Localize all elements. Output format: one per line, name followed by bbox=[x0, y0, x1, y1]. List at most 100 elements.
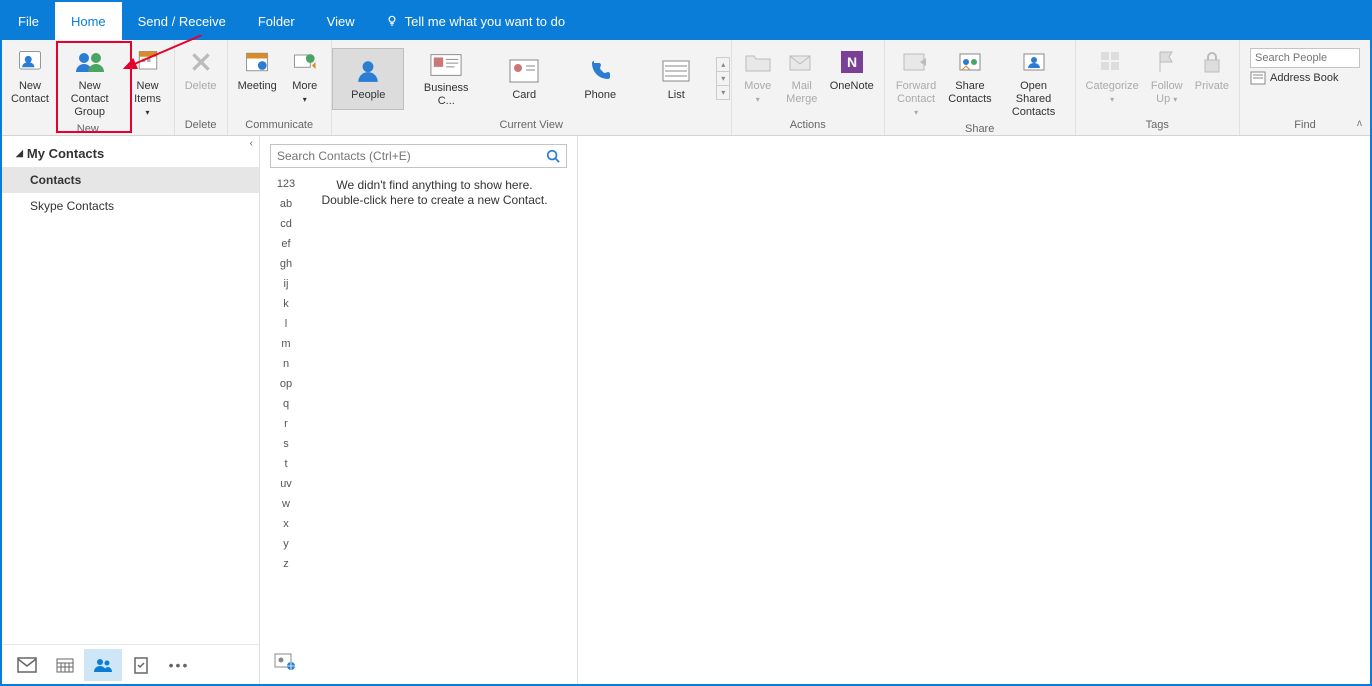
tasks-icon bbox=[133, 656, 149, 674]
new-contact-button[interactable]: New Contact bbox=[6, 44, 54, 108]
contacts-footer bbox=[270, 648, 567, 676]
meeting-label: Meeting bbox=[238, 80, 277, 93]
view-business-label: Business C... bbox=[414, 82, 478, 108]
new-contact-group-button[interactable]: New Contact Group bbox=[54, 44, 126, 121]
alpha-l[interactable]: l bbox=[285, 318, 287, 330]
search-icon[interactable] bbox=[546, 149, 560, 163]
nav-people-button[interactable] bbox=[84, 649, 122, 681]
address-book-button[interactable]: Address Book bbox=[1250, 71, 1360, 85]
alpha-n[interactable]: n bbox=[283, 358, 289, 370]
view-phone-button[interactable]: Phone bbox=[564, 48, 636, 110]
ribbon-collapse-button[interactable]: ʌ bbox=[1357, 118, 1362, 129]
tell-me-label: Tell me what you want to do bbox=[405, 14, 565, 29]
chevron-up-icon[interactable]: ▴ bbox=[717, 58, 729, 72]
alpha-y[interactable]: y bbox=[283, 538, 289, 550]
nav-tasks-button[interactable] bbox=[122, 649, 160, 681]
lightbulb-icon bbox=[385, 14, 399, 28]
nav-item-contacts[interactable]: Contacts bbox=[2, 167, 259, 193]
chevron-down-icon[interactable]: ▾ bbox=[717, 72, 729, 86]
ribbon-group-share: Forward Contact ▾ Share Contacts Open Sh… bbox=[885, 40, 1076, 135]
follow-up-label: Follow Up ▾ bbox=[1151, 80, 1183, 106]
alpha-ab[interactable]: ab bbox=[280, 198, 292, 210]
alpha-k[interactable]: k bbox=[283, 298, 289, 310]
view-list-button[interactable]: List bbox=[640, 48, 712, 110]
share-contacts-button[interactable]: Share Contacts bbox=[943, 44, 996, 108]
search-contacts-box[interactable] bbox=[270, 144, 567, 168]
forward-contact-button[interactable]: Forward Contact ▾ bbox=[889, 44, 944, 121]
delete-x-icon bbox=[185, 46, 217, 78]
alpha-r[interactable]: r bbox=[284, 418, 288, 430]
alpha-m[interactable]: m bbox=[281, 338, 290, 350]
private-button[interactable]: Private bbox=[1189, 44, 1235, 95]
view-gallery-scroll[interactable]: ▴ ▾ ▾ bbox=[716, 57, 730, 100]
alpha-s[interactable]: s bbox=[283, 438, 289, 450]
tab-view[interactable]: View bbox=[311, 2, 371, 40]
more-label: More▾ bbox=[292, 80, 317, 106]
tab-file[interactable]: File bbox=[2, 2, 55, 40]
nav-my-contacts-header[interactable]: ◢ My Contacts bbox=[2, 136, 259, 167]
mail-merge-label: Mail Merge bbox=[786, 80, 817, 106]
nav-mail-button[interactable] bbox=[8, 649, 46, 681]
card-icon bbox=[508, 55, 540, 87]
tell-me-search[interactable]: Tell me what you want to do bbox=[371, 2, 579, 40]
view-card-button[interactable]: Card bbox=[488, 48, 560, 110]
empty-line2: Double-click here to create a new Contac… bbox=[321, 193, 547, 207]
delete-label: Delete bbox=[185, 80, 217, 93]
onenote-label: OneNote bbox=[830, 80, 874, 93]
view-list-label: List bbox=[668, 89, 685, 102]
view-business-card-button[interactable]: Business C... bbox=[408, 48, 484, 110]
alpha-ij[interactable]: ij bbox=[284, 278, 289, 290]
alpha-ef[interactable]: ef bbox=[281, 238, 290, 250]
mail-icon bbox=[17, 657, 37, 673]
nav-collapse-button[interactable]: ‹ bbox=[250, 138, 253, 149]
svg-text:N: N bbox=[847, 54, 857, 70]
categorize-button[interactable]: Categorize▾ bbox=[1080, 44, 1145, 108]
ribbon-group-delete: Delete Delete bbox=[175, 40, 228, 135]
flag-icon bbox=[1151, 46, 1183, 78]
more-actions-icon bbox=[289, 46, 321, 78]
alpha-z[interactable]: z bbox=[283, 558, 289, 570]
view-people-button[interactable]: People bbox=[332, 48, 404, 110]
empty-contacts-message[interactable]: We didn't find anything to show here. Do… bbox=[302, 174, 567, 648]
search-people-input[interactable] bbox=[1250, 48, 1360, 68]
forward-contact-icon bbox=[900, 46, 932, 78]
tab-home[interactable]: Home bbox=[55, 2, 122, 40]
alpha-q[interactable]: q bbox=[283, 398, 289, 410]
move-button[interactable]: Move▾ bbox=[736, 44, 780, 108]
calendar-icon bbox=[56, 657, 74, 673]
alpha-t[interactable]: t bbox=[284, 458, 287, 470]
new-contact-label: New Contact bbox=[11, 80, 49, 106]
tab-send-receive[interactable]: Send / Receive bbox=[122, 2, 242, 40]
nav-calendar-button[interactable] bbox=[46, 649, 84, 681]
delete-button[interactable]: Delete bbox=[179, 44, 223, 95]
alpha-op[interactable]: op bbox=[280, 378, 292, 390]
tab-folder[interactable]: Folder bbox=[242, 2, 311, 40]
new-items-icon bbox=[132, 46, 164, 78]
alpha-x[interactable]: x bbox=[283, 518, 289, 530]
categorize-label: Categorize▾ bbox=[1086, 80, 1139, 106]
mail-merge-button[interactable]: Mail Merge bbox=[780, 44, 824, 108]
meeting-button[interactable]: Meeting bbox=[232, 44, 283, 95]
alpha-cd[interactable]: cd bbox=[280, 218, 292, 230]
nav-item-skype-contacts[interactable]: Skype Contacts bbox=[2, 193, 259, 219]
contact-card-with-globe-icon[interactable] bbox=[274, 653, 296, 671]
more-button[interactable]: More▾ bbox=[283, 44, 327, 108]
search-contacts-input[interactable] bbox=[277, 149, 546, 163]
list-icon bbox=[660, 55, 692, 87]
follow-up-button[interactable]: Follow Up ▾ bbox=[1145, 44, 1189, 108]
alpha-123[interactable]: 123 bbox=[277, 178, 295, 190]
alpha-uv[interactable]: uv bbox=[280, 478, 292, 490]
alpha-gh[interactable]: gh bbox=[280, 258, 292, 270]
nav-more-button[interactable]: ••• bbox=[160, 649, 198, 681]
alpha-index: 123 ab cd ef gh ij klmn op qrst uv wxyz bbox=[270, 174, 302, 648]
ribbon-group-current-view: People Business C... Card Phone List ▴ ▾ bbox=[332, 40, 732, 135]
new-items-button[interactable]: New Items ▾ bbox=[125, 44, 169, 121]
gallery-expand-icon[interactable]: ▾ bbox=[717, 86, 729, 99]
open-shared-contacts-button[interactable]: Open Shared Contacts bbox=[997, 44, 1071, 121]
share-contacts-icon bbox=[954, 46, 986, 78]
ribbon-group-new: New Contact New Contact Group New Items … bbox=[2, 40, 175, 135]
onenote-button[interactable]: N OneNote bbox=[824, 44, 880, 95]
group-label-current-view: Current View bbox=[500, 117, 563, 133]
alpha-w[interactable]: w bbox=[282, 498, 290, 510]
view-card-label: Card bbox=[512, 89, 536, 102]
